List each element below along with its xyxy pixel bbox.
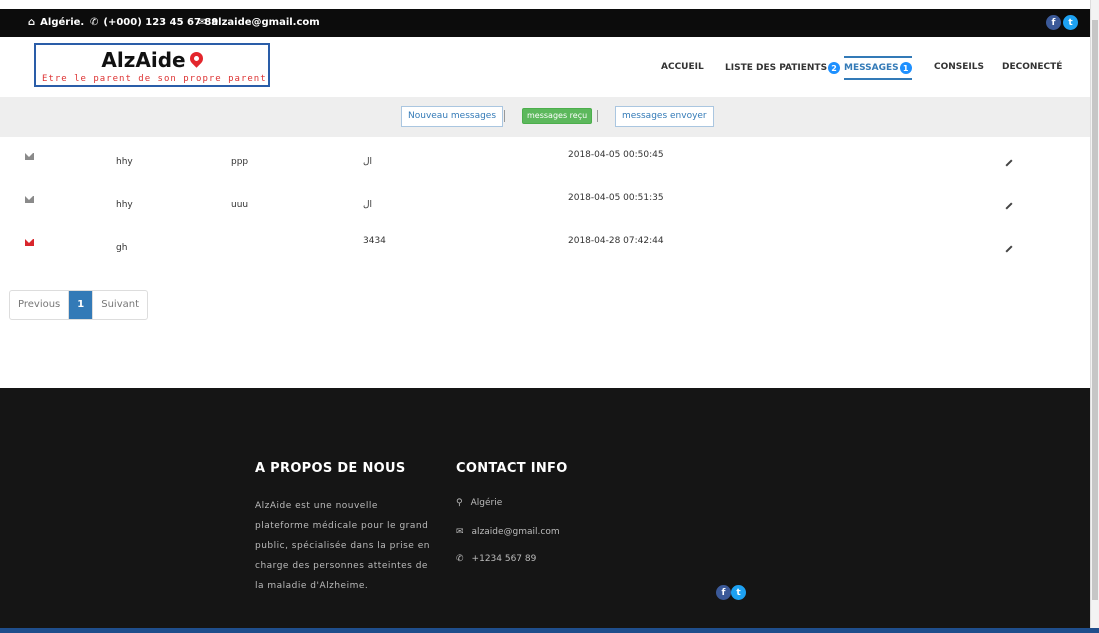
twitter-icon[interactable]: t [731, 585, 746, 600]
message-row[interactable]: hhy ppp ال 2018-04-05 00:50:45 [0, 140, 1090, 180]
previous-page-button[interactable]: Previous [10, 291, 70, 319]
edit-icon[interactable] [1005, 202, 1013, 210]
message-from: hhy [116, 200, 133, 210]
email-text: alzaide@gmail.com [211, 17, 320, 28]
patients-count-badge: 2 [828, 62, 841, 74]
logo-tagline: Etre le parent de son propre parent [42, 74, 267, 84]
facebook-icon[interactable]: f [1046, 15, 1061, 30]
message-row[interactable]: gh 3434 2018-04-28 07:42:44 [0, 226, 1090, 266]
footer-social-links: f t [716, 585, 746, 600]
map-pin-icon [186, 49, 206, 68]
messages-subnav: Nouveau messages messages reçu messages … [0, 97, 1090, 137]
message-from: hhy [116, 157, 133, 167]
envelope-icon [25, 196, 34, 203]
contact-location: ⚲ Algérie [456, 498, 503, 508]
os-taskbar [0, 628, 1099, 633]
sent-messages-button[interactable]: messages envoyer [615, 106, 714, 127]
message-subject: ppp [231, 157, 249, 167]
new-message-button[interactable]: Nouveau messages [401, 106, 504, 127]
contact-phone: ✆ +1234 567 89 [456, 554, 537, 564]
site-logo[interactable]: AlzAide Etre le parent de son propre par… [34, 43, 270, 87]
messages-count-badge: 1 [899, 62, 912, 74]
facebook-icon[interactable]: f [716, 585, 731, 600]
divider [504, 110, 505, 122]
site-header: AlzAide Etre le parent de son propre par… [0, 37, 1090, 97]
received-messages-button[interactable]: messages reçu [522, 108, 593, 124]
top-bar: ⌂ Algérie. ✆ (+000) 123 45 67 89 ✉ alzai… [0, 9, 1090, 37]
message-body: ال [363, 157, 373, 167]
message-subject: uuu [231, 200, 249, 210]
location-info: ⌂ Algérie. [28, 17, 84, 28]
message-date: 2018-04-05 00:50:45 [568, 150, 664, 160]
phone-icon: ✆ [90, 17, 99, 28]
logo-brand: AlzAide [36, 48, 268, 72]
nav-messages[interactable]: MESSAGES 1 [844, 56, 912, 80]
site-footer: A PROPOS DE NOUS AlzAide est une nouvell… [0, 388, 1090, 628]
divider [597, 110, 598, 122]
email-info: ✉ alzaide@gmail.com [198, 17, 320, 28]
unread-envelope-icon [25, 239, 34, 246]
nav-conseils[interactable]: CONSEILS [934, 62, 984, 72]
pagination: Previous 1 Suivant [9, 290, 149, 320]
about-text: AlzAide est une nouvelle plateforme médi… [255, 501, 430, 591]
envelope-icon: ✉ [198, 17, 207, 28]
envelope-icon [25, 153, 34, 160]
page-scrollbar[interactable] [1090, 0, 1099, 628]
message-row[interactable]: hhy uuu ال 2018-04-05 00:51:35 [0, 183, 1090, 223]
map-pin-icon: ⚲ [456, 498, 463, 508]
message-body: ال [363, 200, 373, 210]
current-page-button[interactable]: 1 [69, 291, 94, 319]
nav-accueil[interactable]: ACCUEIL [661, 62, 704, 72]
message-date: 2018-04-05 00:51:35 [568, 193, 664, 203]
location-text: Algérie. [40, 17, 85, 28]
nav-deconnect[interactable]: DECONECTÉ [1002, 62, 1062, 72]
contact-title: CONTACT INFO [456, 461, 568, 476]
edit-icon[interactable] [1005, 159, 1013, 167]
social-links: f t [1046, 15, 1078, 30]
scrollbar-thumb[interactable] [1092, 20, 1098, 600]
message-date: 2018-04-28 07:42:44 [568, 236, 664, 246]
envelope-icon: ✉ [456, 527, 464, 537]
message-from: gh [116, 243, 128, 253]
nav-patients[interactable]: LISTE DES PATIENTS 2 [725, 62, 841, 74]
edit-icon[interactable] [1005, 245, 1013, 253]
home-icon: ⌂ [28, 17, 36, 28]
phone-icon: ✆ [456, 554, 464, 564]
message-body: 3434 [363, 236, 386, 246]
contact-email[interactable]: ✉ alzaide@gmail.com [456, 527, 560, 537]
twitter-icon[interactable]: t [1063, 15, 1078, 30]
next-page-button[interactable]: Suivant [93, 291, 147, 319]
about-title: A PROPOS DE NOUS [255, 461, 406, 476]
